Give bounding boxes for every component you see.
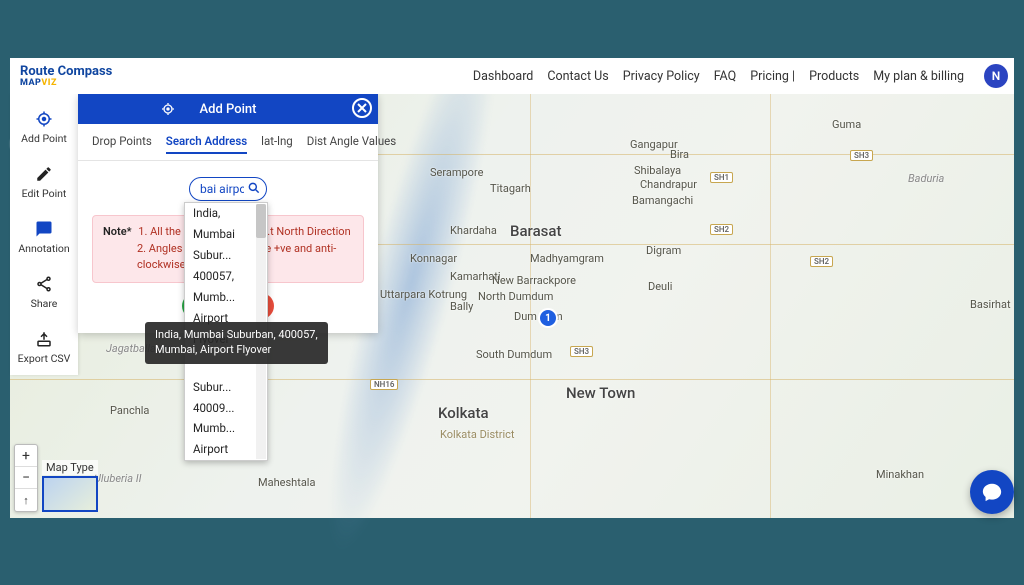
brand-name: Route Compass	[20, 65, 112, 78]
panel-title: Add Point	[200, 102, 257, 117]
sidebar-share[interactable]: Share	[10, 265, 78, 320]
city-label: Chandrapur	[640, 178, 697, 191]
city-label: Madhyamgram	[530, 252, 604, 265]
comment-icon	[35, 220, 53, 238]
road-shield: SH2	[810, 256, 833, 267]
dropdown-scroll-thumb[interactable]	[256, 204, 266, 238]
export-icon	[35, 330, 53, 348]
close-button[interactable]	[352, 98, 372, 118]
share-icon	[35, 275, 53, 293]
sidebar-add-point[interactable]: Add Point	[10, 100, 78, 155]
pencil-icon	[35, 165, 53, 183]
brand-sub: MAPVIZ	[20, 78, 112, 88]
left-sidebar: Add Point Edit Point Annotation Share Ex…	[10, 94, 78, 375]
chat-button[interactable]	[970, 470, 1014, 514]
city-label: Panchla	[110, 404, 149, 417]
target-icon	[35, 110, 53, 128]
map-type-control[interactable]: Map Type	[42, 456, 98, 512]
nav-privacy[interactable]: Privacy Policy	[623, 69, 700, 84]
dropdown-option[interactable]: India,	[185, 203, 267, 224]
city-label: Khardaha	[450, 224, 497, 237]
city-label: New Barrackpore	[492, 274, 576, 287]
nav-products[interactable]: Products	[809, 69, 859, 84]
search-box	[189, 177, 267, 201]
sidebar-export-csv[interactable]: Export CSV	[10, 320, 78, 375]
city-label: Barasat	[510, 222, 561, 240]
city-label: Bamangachi	[632, 194, 693, 207]
city-label: Konnagar	[410, 252, 457, 265]
sidebar-annotation[interactable]: Annotation	[10, 210, 78, 265]
city-label: New Town	[566, 384, 635, 402]
avatar[interactable]: N	[984, 64, 1008, 88]
city-label: Bally	[450, 300, 473, 313]
city-label: Basirhat	[970, 298, 1011, 311]
city-label: Deuli	[648, 280, 672, 293]
tab-search-address[interactable]: Search Address	[166, 134, 247, 154]
search-icon[interactable]	[247, 181, 261, 195]
tab-lat-lng[interactable]: lat-lng	[261, 134, 293, 154]
map-pin-1[interactable]: 1	[540, 310, 556, 326]
dropdown-tooltip: India, Mumbai Suburban, 400057,Mumbai, A…	[145, 322, 328, 364]
map-stage: Serampore Titagarh Khardaha Konnagar Kam…	[10, 94, 1014, 518]
target-icon	[160, 101, 176, 117]
road-shield: SH3	[850, 150, 873, 161]
city-label: Kolkata	[438, 404, 489, 422]
dropdown-option[interactable]: 40009...	[185, 398, 267, 419]
nav-faq[interactable]: FAQ	[714, 69, 737, 84]
city-label: Shibalaya	[634, 164, 681, 177]
dropdown-option[interactable]: Subur...	[185, 377, 267, 398]
nav-links: Dashboard Contact Us Privacy Policy FAQ …	[473, 64, 1008, 88]
road-shield: SH2	[710, 224, 733, 235]
map-type-thumb[interactable]	[42, 476, 98, 512]
zoom-in-button[interactable]: +	[15, 445, 37, 467]
city-label: Bira	[670, 148, 689, 161]
city-label: Maheshtala	[258, 476, 315, 489]
city-label: South Dumdum	[476, 348, 552, 361]
map-type-label: Map Type	[42, 460, 98, 475]
zoom-out-button[interactable]: −	[15, 467, 37, 489]
city-label: Serampore	[430, 166, 483, 179]
city-label: Titagarh	[490, 182, 531, 195]
sidebar-edit-point[interactable]: Edit Point	[10, 155, 78, 210]
tab-drop-points[interactable]: Drop Points	[92, 134, 152, 154]
panel-header: Add Point	[78, 94, 378, 124]
nav-pricing[interactable]: Pricing |	[750, 69, 795, 84]
panel-tabs: Drop Points Search Address lat-lng Dist …	[78, 124, 378, 161]
dropdown-option[interactable]: Mumb...	[185, 287, 267, 308]
dropdown-option[interactable]: Subur...	[185, 245, 267, 266]
city-label: North Dumdum	[478, 290, 553, 303]
dropdown-option[interactable]: 400057,	[185, 266, 267, 287]
nav-plan[interactable]: My plan & billing	[873, 69, 964, 84]
city-label: Uluberia II	[94, 472, 142, 485]
city-label: Baduria	[908, 172, 944, 185]
city-label: Guma	[832, 118, 861, 131]
north-button[interactable]: ↑	[15, 489, 37, 511]
dropdown-option[interactable]: Airport	[185, 439, 267, 460]
road-shield: NH16	[370, 379, 398, 390]
brand[interactable]: Route Compass MAPVIZ	[16, 65, 112, 88]
road-shield: SH1	[710, 172, 733, 183]
nav-contact[interactable]: Contact Us	[547, 69, 608, 84]
road-shield: SH3	[570, 346, 593, 357]
nav-dashboard[interactable]: Dashboard	[473, 69, 533, 84]
dropdown-option[interactable]: Mumbai	[185, 224, 267, 245]
close-icon	[357, 103, 367, 113]
city-label: Digram	[646, 244, 681, 257]
top-bar: Route Compass MAPVIZ Dashboard Contact U…	[10, 58, 1014, 94]
chat-icon	[981, 481, 1003, 503]
city-label: Minakhan	[876, 468, 924, 481]
zoom-controls: + − ↑	[14, 444, 38, 512]
dropdown-option[interactable]: Mumb...	[185, 418, 267, 439]
tab-dist-angle[interactable]: Dist Angle Values	[307, 134, 396, 154]
city-label: Kolkata District	[440, 428, 515, 441]
